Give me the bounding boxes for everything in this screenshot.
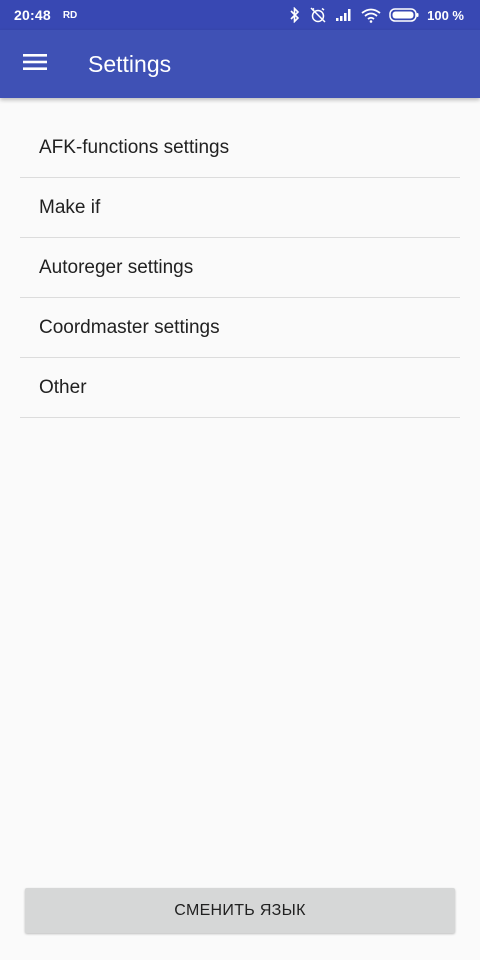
- battery-icon: [389, 8, 419, 22]
- alarm-off-icon: [309, 7, 327, 23]
- page-title: Settings: [88, 50, 172, 77]
- settings-item-coordmaster[interactable]: Coordmaster settings: [20, 298, 460, 358]
- settings-item-label: Make if: [39, 196, 101, 218]
- bluetooth-icon: [289, 7, 301, 23]
- status-right: 100 %: [289, 7, 464, 23]
- settings-item-label: Coordmaster settings: [39, 316, 220, 338]
- status-carrier: RD: [62, 9, 78, 21]
- settings-item-label: Autoreger settings: [39, 256, 194, 278]
- status-bar: 20:48 RD 100 %: [0, 0, 480, 30]
- settings-item-afk-functions[interactable]: AFK-functions settings: [20, 118, 460, 178]
- status-time: 20:48: [14, 7, 51, 23]
- settings-item-autoreger[interactable]: Autoreger settings: [20, 238, 460, 298]
- settings-screen: 20:48 RD 100 % Settings AFK-functions se…: [0, 0, 480, 960]
- settings-item-make-if[interactable]: Make if: [20, 178, 460, 238]
- settings-item-other[interactable]: Other: [20, 358, 460, 418]
- status-left: 20:48 RD: [14, 7, 77, 23]
- change-language-button[interactable]: СМЕНИТЬ ЯЗЫК: [25, 888, 455, 933]
- signal-icon: [335, 8, 353, 22]
- settings-item-label: Other: [39, 376, 87, 398]
- settings-list: AFK-functions settings Make if Autoreger…: [20, 118, 460, 418]
- menu-button[interactable]: [0, 30, 70, 98]
- hamburger-menu-icon: [23, 53, 47, 76]
- app-bar: Settings: [0, 30, 480, 98]
- settings-item-label: AFK-functions settings: [39, 136, 230, 158]
- wifi-icon: [361, 8, 381, 23]
- battery-percent: 100 %: [427, 7, 464, 23]
